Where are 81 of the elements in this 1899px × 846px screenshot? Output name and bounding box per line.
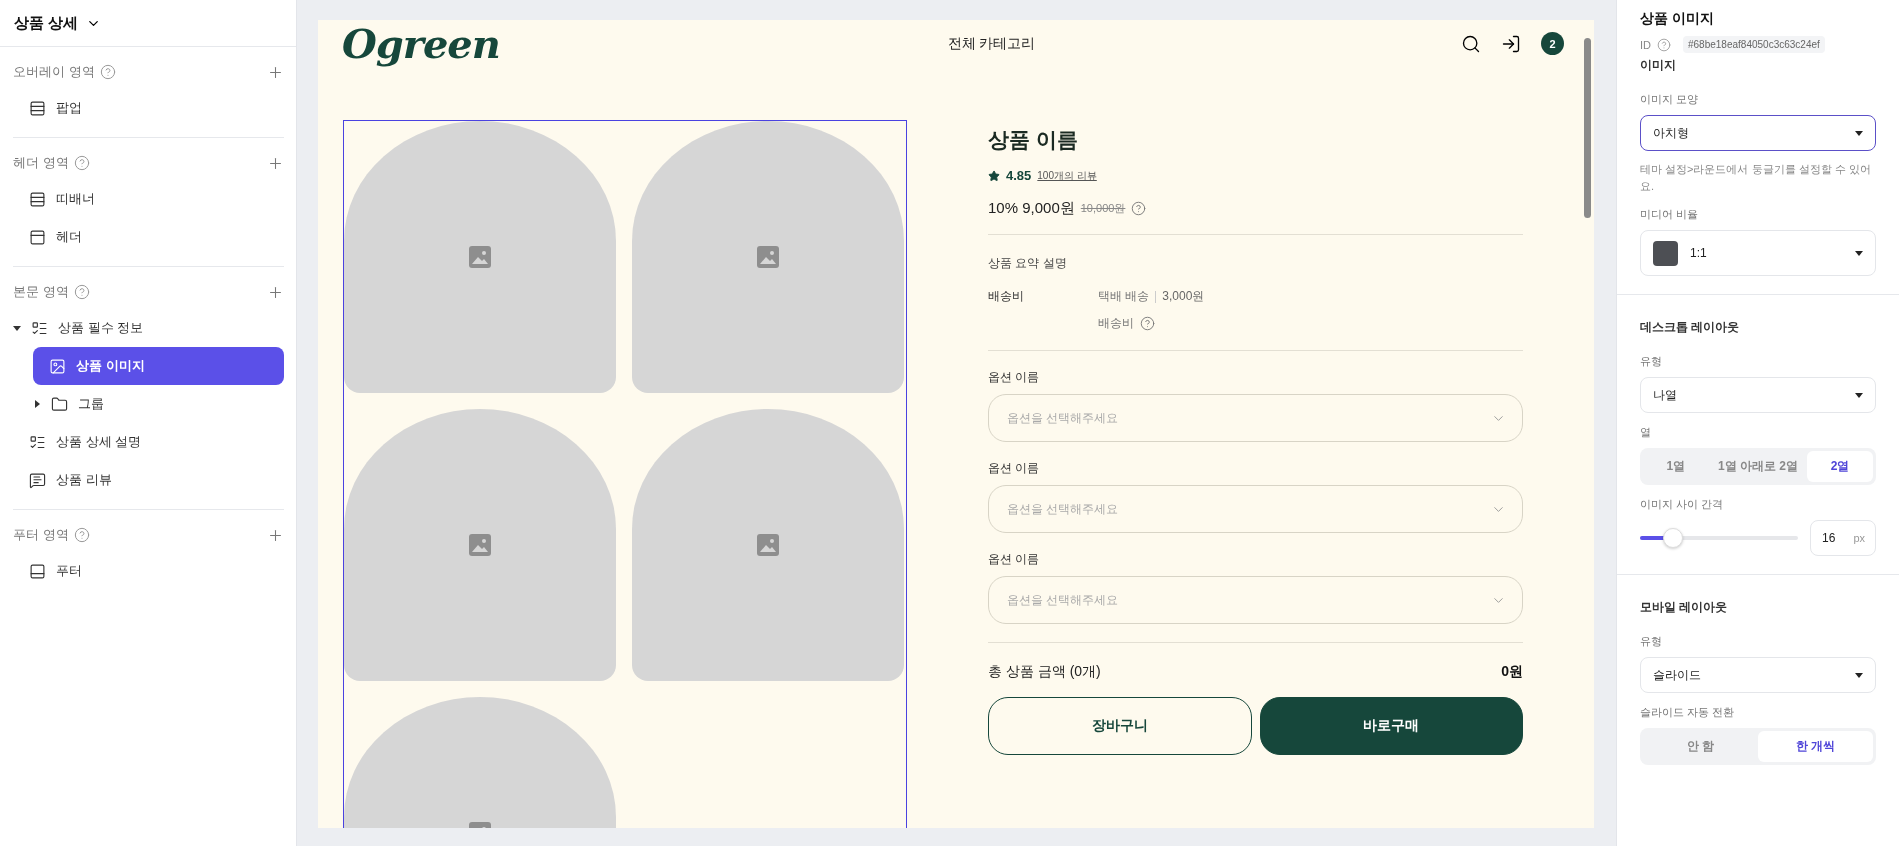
price: 10% 9,000원	[988, 199, 1075, 218]
total-amount: 0원	[1501, 663, 1523, 681]
help-icon[interactable]	[1131, 201, 1147, 216]
option-label: 옵션 이름	[988, 369, 1041, 386]
section-heading: 데스크톱 레이아웃	[1640, 319, 1741, 337]
nav-link[interactable]: 전체 카테고리	[762, 34, 1461, 53]
buy-now-button[interactable]: 바로구매	[1259, 697, 1523, 755]
caret-icon[interactable]	[33, 400, 41, 408]
option-label: 옵션 이름	[988, 460, 1041, 477]
tree-item[interactable]: 상품 상세 설명	[13, 423, 284, 461]
folder-icon	[51, 395, 68, 413]
option-label: 옵션 이름	[988, 551, 1041, 568]
help-icon[interactable]	[99, 64, 116, 80]
dropdown-arrow-icon	[1855, 392, 1863, 398]
shipping-method: 택배 배송	[1098, 288, 1150, 305]
field-label: 유형	[1640, 354, 1663, 370]
tree-item[interactable]: 푸터	[13, 552, 284, 590]
tree-item[interactable]: 상품 이미지	[33, 347, 284, 385]
rating: 4.85	[1006, 168, 1032, 183]
dropdown-arrow-icon	[1855, 250, 1863, 256]
field-label: 이미지 모양	[1640, 92, 1700, 107]
total-label: 총 상품 금액 (0개)	[988, 663, 1101, 681]
help-icon[interactable]	[73, 284, 90, 300]
product-summary: 상품 요약 설명	[988, 255, 1068, 272]
panel-title: 상품 이미지	[1639, 9, 1715, 28]
cart-badge[interactable]: 2	[1541, 32, 1564, 55]
slider-thumb[interactable]	[1662, 528, 1683, 549]
section-title: 본문 영역	[13, 283, 69, 301]
search-icon[interactable]	[1461, 33, 1481, 54]
rows-icon	[29, 99, 46, 117]
section-heading: 이미지	[1640, 57, 1677, 74]
id-label: ID	[1640, 38, 1651, 51]
field-label: 미디어 비율	[1640, 207, 1700, 223]
tree-item[interactable]: 헤더	[13, 218, 284, 256]
tree-item[interactable]: 띠배너	[13, 180, 284, 218]
select-field[interactable]: 아치형	[1640, 115, 1876, 151]
tree-item[interactable]: 그룹	[33, 385, 284, 423]
section-title: 오버레이 영역	[13, 63, 95, 81]
caret-icon[interactable]	[13, 324, 21, 332]
shipping-fee: 3,000원	[1162, 288, 1205, 305]
tree-item[interactable]: 팝업	[13, 89, 284, 127]
tree-item[interactable]: 상품 필수 정보	[13, 309, 284, 347]
section-title: 헤더 영역	[13, 154, 69, 172]
help-icon[interactable]	[73, 527, 90, 543]
field-label: 유형	[1640, 634, 1663, 650]
dropdown-arrow-icon	[1855, 672, 1863, 678]
rows-icon	[29, 190, 46, 208]
id-value: #68be18eaf84050c3c63c24ef	[1683, 36, 1825, 53]
section-heading: 모바일 레이아웃	[1640, 599, 1729, 617]
panel-icon	[29, 562, 46, 580]
segment-tab[interactable]: 한 개씩	[1758, 731, 1873, 763]
number-field[interactable]: 16 px	[1810, 520, 1876, 557]
panel-icon	[29, 228, 46, 246]
tree-item[interactable]: 상품 리뷰	[13, 461, 284, 499]
original-price: 10,000원	[1080, 201, 1126, 216]
field-label: 이미지 사이 간격	[1640, 497, 1725, 513]
logo[interactable]: Ogreen	[342, 20, 762, 67]
star-icon	[988, 169, 1000, 182]
reviews-link[interactable]: 100개의 리뷰	[1037, 168, 1097, 183]
cart-button[interactable]: 장바구니	[988, 697, 1252, 755]
message-icon	[29, 471, 46, 489]
product-name: 상품 이름	[988, 127, 1079, 153]
dropdown-arrow-icon	[1855, 130, 1863, 136]
field-label: 슬라이드 자동 전환	[1640, 705, 1736, 721]
shipping-label: 배송비	[988, 288, 1025, 305]
help-icon[interactable]	[73, 155, 90, 171]
shipping-note: 배송비	[1098, 315, 1134, 332]
hint-text: 테마 설정>라운드에서 둥글기를 설정할 수 있어요.	[1640, 162, 1872, 195]
list-icon	[29, 433, 46, 451]
page-title: 상품 상세	[14, 13, 79, 33]
field-label: 열	[1640, 425, 1652, 441]
help-icon[interactable]	[1657, 37, 1671, 52]
segment-tab[interactable]: 2열	[1807, 451, 1873, 483]
ratio-swatch-icon	[1653, 240, 1678, 266]
login-icon[interactable]	[1501, 33, 1521, 54]
help-icon[interactable]	[1140, 316, 1155, 331]
select-field[interactable]: 슬라이드	[1640, 657, 1876, 694]
select-field[interactable]: 1:1	[1640, 230, 1876, 277]
section-title: 푸터 영역	[13, 526, 69, 544]
list-icon	[31, 319, 48, 337]
select-field[interactable]: 나열	[1640, 377, 1876, 414]
